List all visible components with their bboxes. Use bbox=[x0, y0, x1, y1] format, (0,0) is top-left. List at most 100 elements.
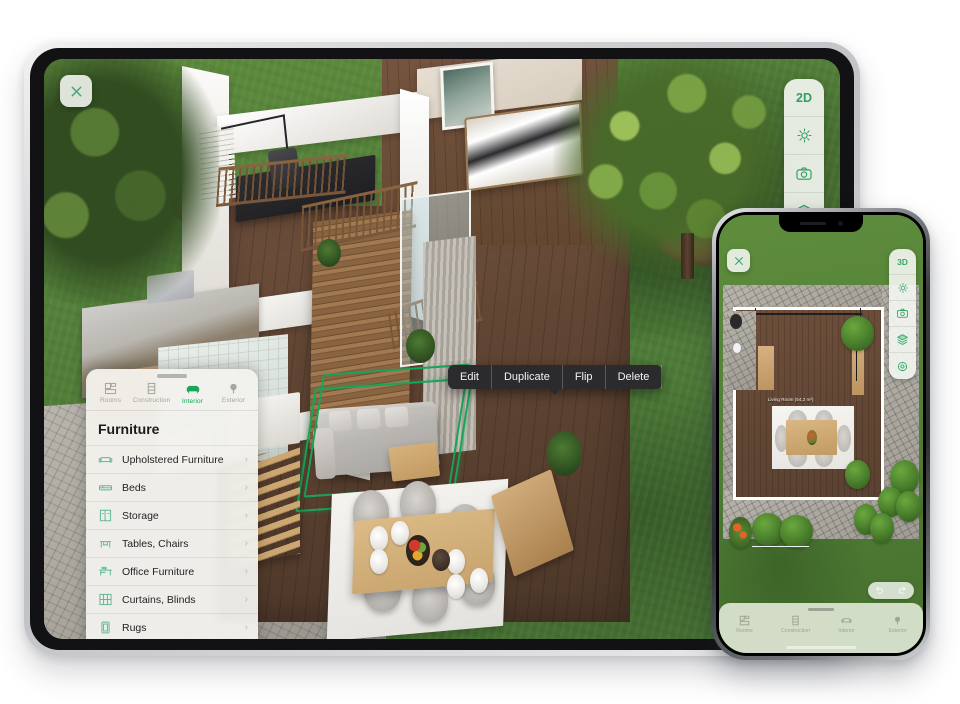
phone-tabbar[interactable]: Rooms Construction Interior Exterior bbox=[719, 603, 923, 653]
rooms-icon bbox=[104, 382, 117, 395]
desk-icon bbox=[99, 566, 112, 576]
view-mode-label: 2D bbox=[796, 90, 812, 105]
category-label: Curtains, Blinds bbox=[122, 593, 196, 606]
plate bbox=[446, 574, 465, 599]
tab-rooms[interactable]: Rooms bbox=[90, 382, 131, 405]
tab-exterior[interactable]: Exterior bbox=[213, 382, 254, 405]
phone-panel-drag-handle[interactable] bbox=[808, 608, 834, 611]
phone-orbit-button[interactable] bbox=[889, 275, 916, 301]
screenshot-canvas: 2D Edit Duplicate Flip Delete Rooms Cons… bbox=[0, 0, 960, 704]
potted-plant[interactable] bbox=[405, 329, 436, 364]
phone-tab-rooms[interactable]: Rooms bbox=[719, 615, 770, 634]
table-icon bbox=[99, 541, 112, 548]
close-button[interactable] bbox=[60, 75, 92, 107]
phone-view-mode-toggle-button[interactable]: 3D bbox=[889, 249, 916, 275]
phone-settings-button[interactable] bbox=[889, 353, 916, 379]
category-label: Storage bbox=[122, 509, 159, 522]
phone-tab-interior-label: Interior bbox=[838, 628, 855, 634]
plan-door-left[interactable] bbox=[757, 346, 775, 391]
selected-sofa-group[interactable] bbox=[296, 363, 474, 513]
bed-icon bbox=[99, 485, 112, 491]
context-menu-flip[interactable]: Flip bbox=[563, 365, 606, 389]
close-icon bbox=[734, 256, 743, 265]
plan-bush-r3[interactable] bbox=[896, 490, 921, 522]
plan-bush-inside[interactable] bbox=[841, 315, 875, 351]
plan-bush-b2[interactable] bbox=[780, 515, 813, 548]
tab-exterior-label: Exterior bbox=[221, 397, 246, 404]
undo-icon[interactable] bbox=[874, 585, 885, 596]
phone-tab-construction[interactable]: Construction bbox=[770, 615, 821, 634]
plan-bush-corner[interactable] bbox=[845, 460, 870, 489]
interior-icon bbox=[186, 385, 199, 394]
construction-icon bbox=[792, 615, 799, 626]
category-list[interactable]: Upholstered Furniture › Beds › Storage ›… bbox=[86, 445, 258, 639]
chevron-right-icon: › bbox=[244, 510, 248, 521]
category-label: Beds bbox=[122, 481, 146, 494]
context-menu-edit[interactable]: Edit bbox=[448, 365, 492, 389]
category-beds[interactable]: Beds › bbox=[86, 473, 258, 501]
phone-screen[interactable]: Living Room (54,2 m²) 3D Rooms Construct… bbox=[719, 215, 923, 653]
phone-tabs[interactable]: Rooms Construction Interior Exterior bbox=[719, 615, 923, 634]
panel-title: Furniture bbox=[98, 421, 160, 437]
phone-tab-exterior[interactable]: Exterior bbox=[872, 615, 923, 634]
phone-view-mode-label: 3D bbox=[897, 256, 908, 267]
category-tables-chairs[interactable]: Tables, Chairs › bbox=[86, 529, 258, 557]
category-curtains-blinds[interactable]: Curtains, Blinds › bbox=[86, 585, 258, 613]
context-menu-duplicate[interactable]: Duplicate bbox=[492, 365, 563, 389]
plan-entry-fixture[interactable] bbox=[730, 313, 743, 329]
orbit-icon bbox=[897, 282, 908, 293]
camera-icon bbox=[796, 166, 812, 180]
redo-icon[interactable] bbox=[897, 585, 908, 596]
plate bbox=[370, 548, 388, 574]
plan-wall-top bbox=[755, 313, 862, 315]
phone-bezel: Living Room (54,2 m²) 3D Rooms Construct… bbox=[716, 212, 926, 656]
catalog-panel[interactable]: Rooms Construction Interior Exterior Fur… bbox=[86, 369, 258, 639]
exterior-icon bbox=[894, 616, 901, 625]
phone-close-button[interactable] bbox=[727, 249, 750, 272]
category-rugs[interactable]: Rugs › bbox=[86, 613, 258, 639]
phone-tab-interior[interactable]: Interior bbox=[821, 615, 872, 634]
category-office-furniture[interactable]: Office Furniture › bbox=[86, 557, 258, 585]
undo-redo-control[interactable] bbox=[868, 582, 914, 599]
plan-fruit-bowl[interactable] bbox=[806, 429, 817, 445]
layers-icon bbox=[897, 334, 908, 345]
context-menu-delete[interactable]: Delete bbox=[606, 365, 663, 389]
rooms-icon bbox=[739, 615, 750, 626]
category-label: Upholstered Furniture bbox=[122, 453, 224, 466]
tree-trunk bbox=[680, 233, 695, 280]
tab-construction[interactable]: Construction bbox=[131, 382, 172, 405]
window-icon bbox=[99, 593, 112, 606]
plate bbox=[390, 520, 409, 546]
plan-door-swing bbox=[855, 346, 858, 382]
panel-drag-handle[interactable] bbox=[157, 374, 187, 378]
phone-tab-construction-label: Construction bbox=[780, 628, 811, 634]
potted-plant[interactable] bbox=[547, 430, 583, 476]
object-context-menu[interactable]: Edit Duplicate Flip Delete bbox=[448, 365, 663, 395]
view-mode-toggle-button[interactable]: 2D bbox=[784, 79, 824, 117]
gear-icon bbox=[897, 361, 908, 371]
category-upholstered-furniture[interactable]: Upholstered Furniture › bbox=[86, 445, 258, 473]
camera-icon bbox=[896, 308, 909, 318]
category-storage[interactable]: Storage › bbox=[86, 501, 258, 529]
table-decor[interactable] bbox=[432, 548, 450, 572]
category-label: Tables, Chairs bbox=[122, 537, 189, 550]
phone-tab-exterior-label: Exterior bbox=[888, 628, 907, 634]
plan-chair[interactable] bbox=[837, 425, 851, 452]
earpiece-speaker bbox=[799, 222, 826, 225]
tab-rooms-label: Rooms bbox=[99, 397, 122, 404]
camera-button[interactable] bbox=[784, 155, 824, 193]
tab-interior-label: Interior bbox=[181, 398, 204, 405]
rug-icon bbox=[101, 621, 110, 634]
plan-flowering-bush[interactable] bbox=[729, 517, 752, 548]
context-menu-pointer bbox=[549, 388, 562, 395]
phone-layers-button[interactable] bbox=[889, 327, 916, 353]
orbit-button[interactable] bbox=[784, 117, 824, 155]
chevron-right-icon: › bbox=[244, 538, 248, 549]
catalog-tabbar[interactable]: Rooms Construction Interior Exterior bbox=[86, 380, 258, 411]
chevron-right-icon: › bbox=[244, 622, 248, 633]
tab-interior[interactable]: Interior bbox=[172, 382, 213, 405]
phone-camera-button[interactable] bbox=[889, 301, 916, 327]
sofa-icon bbox=[98, 457, 113, 463]
phone-toolbar[interactable]: 3D bbox=[889, 249, 916, 379]
cabinet-icon bbox=[99, 509, 112, 522]
